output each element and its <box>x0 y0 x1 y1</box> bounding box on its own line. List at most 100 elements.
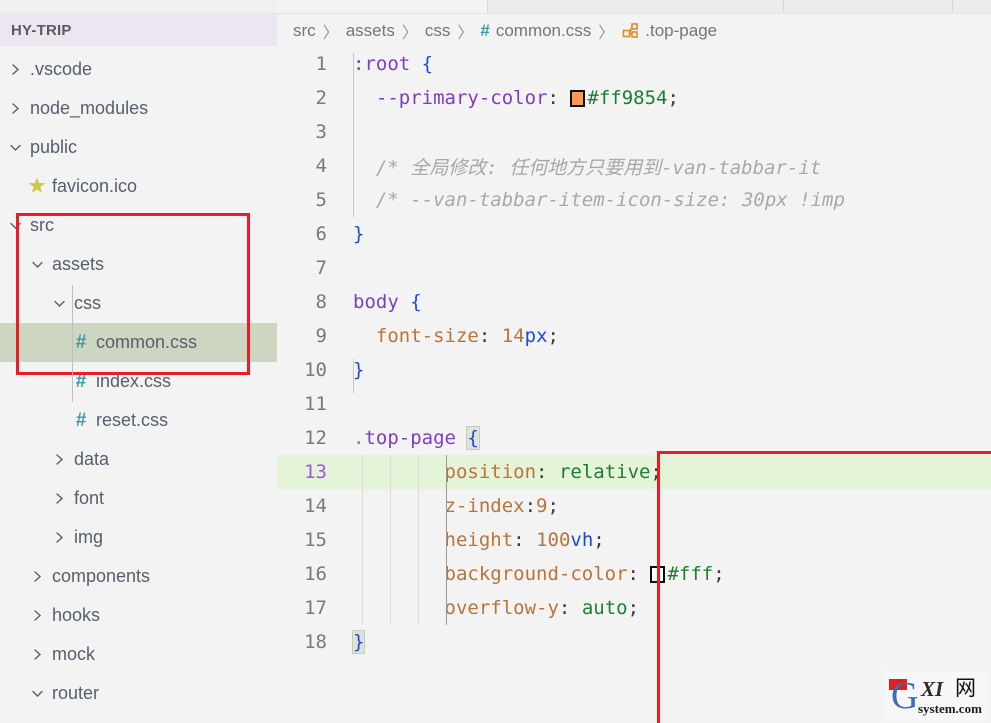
line-number: 11 <box>304 393 327 415</box>
tree-item-src[interactable]: src <box>0 206 277 245</box>
breadcrumb-item-src[interactable]: src <box>293 21 316 41</box>
tree-item-index-css[interactable]: # index.css <box>0 362 277 401</box>
code-line: 8 body { <box>277 285 991 319</box>
chevron-right-icon[interactable] <box>26 648 48 661</box>
line-number: 18 <box>304 631 327 653</box>
line-content: z-index:9; <box>339 495 991 517</box>
tree-item-components[interactable]: components <box>0 557 277 596</box>
chevron-down-icon[interactable] <box>4 141 26 154</box>
token-property: background-color <box>444 563 628 585</box>
tree-item-label: router <box>52 683 100 703</box>
token-value: auto <box>581 597 628 619</box>
indent-guide-1 <box>362 455 363 625</box>
tree-item-css[interactable]: css <box>0 284 277 323</box>
tree-item--vscode[interactable]: .vscode <box>0 50 277 89</box>
code-line: 10 } <box>277 353 991 387</box>
line-content: background-color: #fff; <box>339 563 991 585</box>
token-brace-matched: { <box>466 426 480 450</box>
tree-item-label: img <box>74 527 104 547</box>
tree-item-data[interactable]: data <box>0 440 277 479</box>
tab-slot-4[interactable] <box>953 0 991 13</box>
token-brace: { <box>421 53 434 75</box>
token-colon: : <box>558 597 571 619</box>
code-line: 16 background-color: #fff; <box>277 557 991 591</box>
token-semicolon: ; <box>547 495 559 517</box>
tree-item-router[interactable]: router <box>0 674 277 713</box>
token-semicolon: ; <box>667 87 679 109</box>
indent-guide-3 <box>418 455 419 625</box>
editor-tabbar <box>277 0 991 14</box>
tree-item-font[interactable]: font <box>0 479 277 518</box>
chevron-right-icon[interactable] <box>48 453 70 466</box>
breadcrumb: src 〉 assets 〉 css 〉 # common.css 〉 .top <box>277 14 991 47</box>
line-number-active: 13 <box>304 461 327 483</box>
token-brace: } <box>353 223 365 245</box>
tree-item-reset-css[interactable]: # reset.css <box>0 401 277 440</box>
explorer-sidebar: HY-TRIP .vscode node_modules public ★ favico… <box>0 0 277 723</box>
token-css-variable: --primary-color <box>375 87 548 109</box>
explorer-project-header[interactable]: HY-TRIP <box>0 14 277 46</box>
chevron-right-icon[interactable] <box>4 63 26 76</box>
line-number: 6 <box>315 223 327 245</box>
tree-item-hooks[interactable]: hooks <box>0 596 277 635</box>
tree-item-label: css <box>74 293 101 313</box>
token-property: height <box>444 529 514 551</box>
color-swatch-primary[interactable] <box>570 90 586 107</box>
code-line: 5 /* --van-tabbar-item-icon-size: 30px !… <box>277 183 991 217</box>
chevron-right-icon[interactable] <box>48 492 70 505</box>
chevron-right-icon[interactable] <box>26 570 48 583</box>
chevron-right-icon[interactable] <box>26 609 48 622</box>
line-content: /* 全局修改: 任何地方只要用到-van-tabbar-it <box>339 153 991 180</box>
line-number: 2 <box>315 87 327 109</box>
code-line: 2 --primary-color: #ff9854; <box>277 81 991 115</box>
tab-slot-2[interactable] <box>488 0 784 13</box>
tree-item-label: .vscode <box>30 59 93 79</box>
tree-item-label: data <box>74 449 110 469</box>
code-line: 11 <box>277 387 991 421</box>
breadcrumb-item-assets[interactable]: assets <box>346 21 395 41</box>
chevron-down-icon[interactable] <box>26 687 48 700</box>
code-line: 17 overflow-y: auto; <box>277 591 991 625</box>
token-value: relative <box>558 461 651 483</box>
tree-item-mock[interactable]: mock <box>0 635 277 674</box>
tree-item-assets[interactable]: assets <box>0 245 277 284</box>
watermark-letters-xi: XI <box>921 677 944 701</box>
tree-item-label: index.css <box>96 371 172 391</box>
tree-item-label: font <box>74 488 105 508</box>
hash-icon: # <box>75 370 87 392</box>
watermark: G XI 网 system.com <box>885 671 989 721</box>
line-number: 14 <box>304 495 327 517</box>
tree-item-node-modules[interactable]: node_modules <box>0 89 277 128</box>
code-line: 18 } <box>277 625 991 659</box>
chevron-down-icon[interactable] <box>4 219 26 232</box>
chevron-right-icon[interactable] <box>48 531 70 544</box>
tree-item-favicon-ico[interactable]: ★ favicon.ico <box>0 167 277 206</box>
chevron-right-icon[interactable] <box>4 102 26 115</box>
tree-item-common-css[interactable]: # common.css <box>0 323 277 362</box>
tree-item-label: components <box>52 566 151 586</box>
tab-slot-3[interactable] <box>784 0 953 13</box>
token-property: font-size <box>375 325 479 347</box>
breadcrumb-item-common-css[interactable]: common.css <box>496 21 591 41</box>
chevron-down-icon[interactable] <box>26 258 48 271</box>
chevron-down-icon[interactable] <box>48 297 70 310</box>
color-swatch-white[interactable] <box>650 566 666 583</box>
indent-guide-active <box>446 455 447 625</box>
token-colon: : <box>547 87 559 109</box>
sidebar-top-strip <box>0 0 277 14</box>
tree-item-public[interactable]: public <box>0 128 277 167</box>
token-unit: vh <box>570 529 594 551</box>
code-line: 14 z-index:9; <box>277 489 991 523</box>
breadcrumb-item-css[interactable]: css <box>425 21 451 41</box>
token-comment: /* 全局修改: 任何地方只要用到-van-tabbar-it <box>375 156 822 179</box>
breadcrumb-item-top-page[interactable]: .top-page <box>645 21 717 41</box>
token-property: overflow-y <box>444 597 559 619</box>
tab-slot-1[interactable] <box>277 0 488 13</box>
code-editor[interactable]: 1 :root { 2 --primary-color: #ff9854; 3 … <box>277 47 991 723</box>
code-line: 6 } <box>277 217 991 251</box>
token-brace: } <box>353 359 365 381</box>
tree-item-img[interactable]: img <box>0 518 277 557</box>
token-semicolon: ; <box>627 597 640 619</box>
tree-item-label: src <box>30 215 54 235</box>
